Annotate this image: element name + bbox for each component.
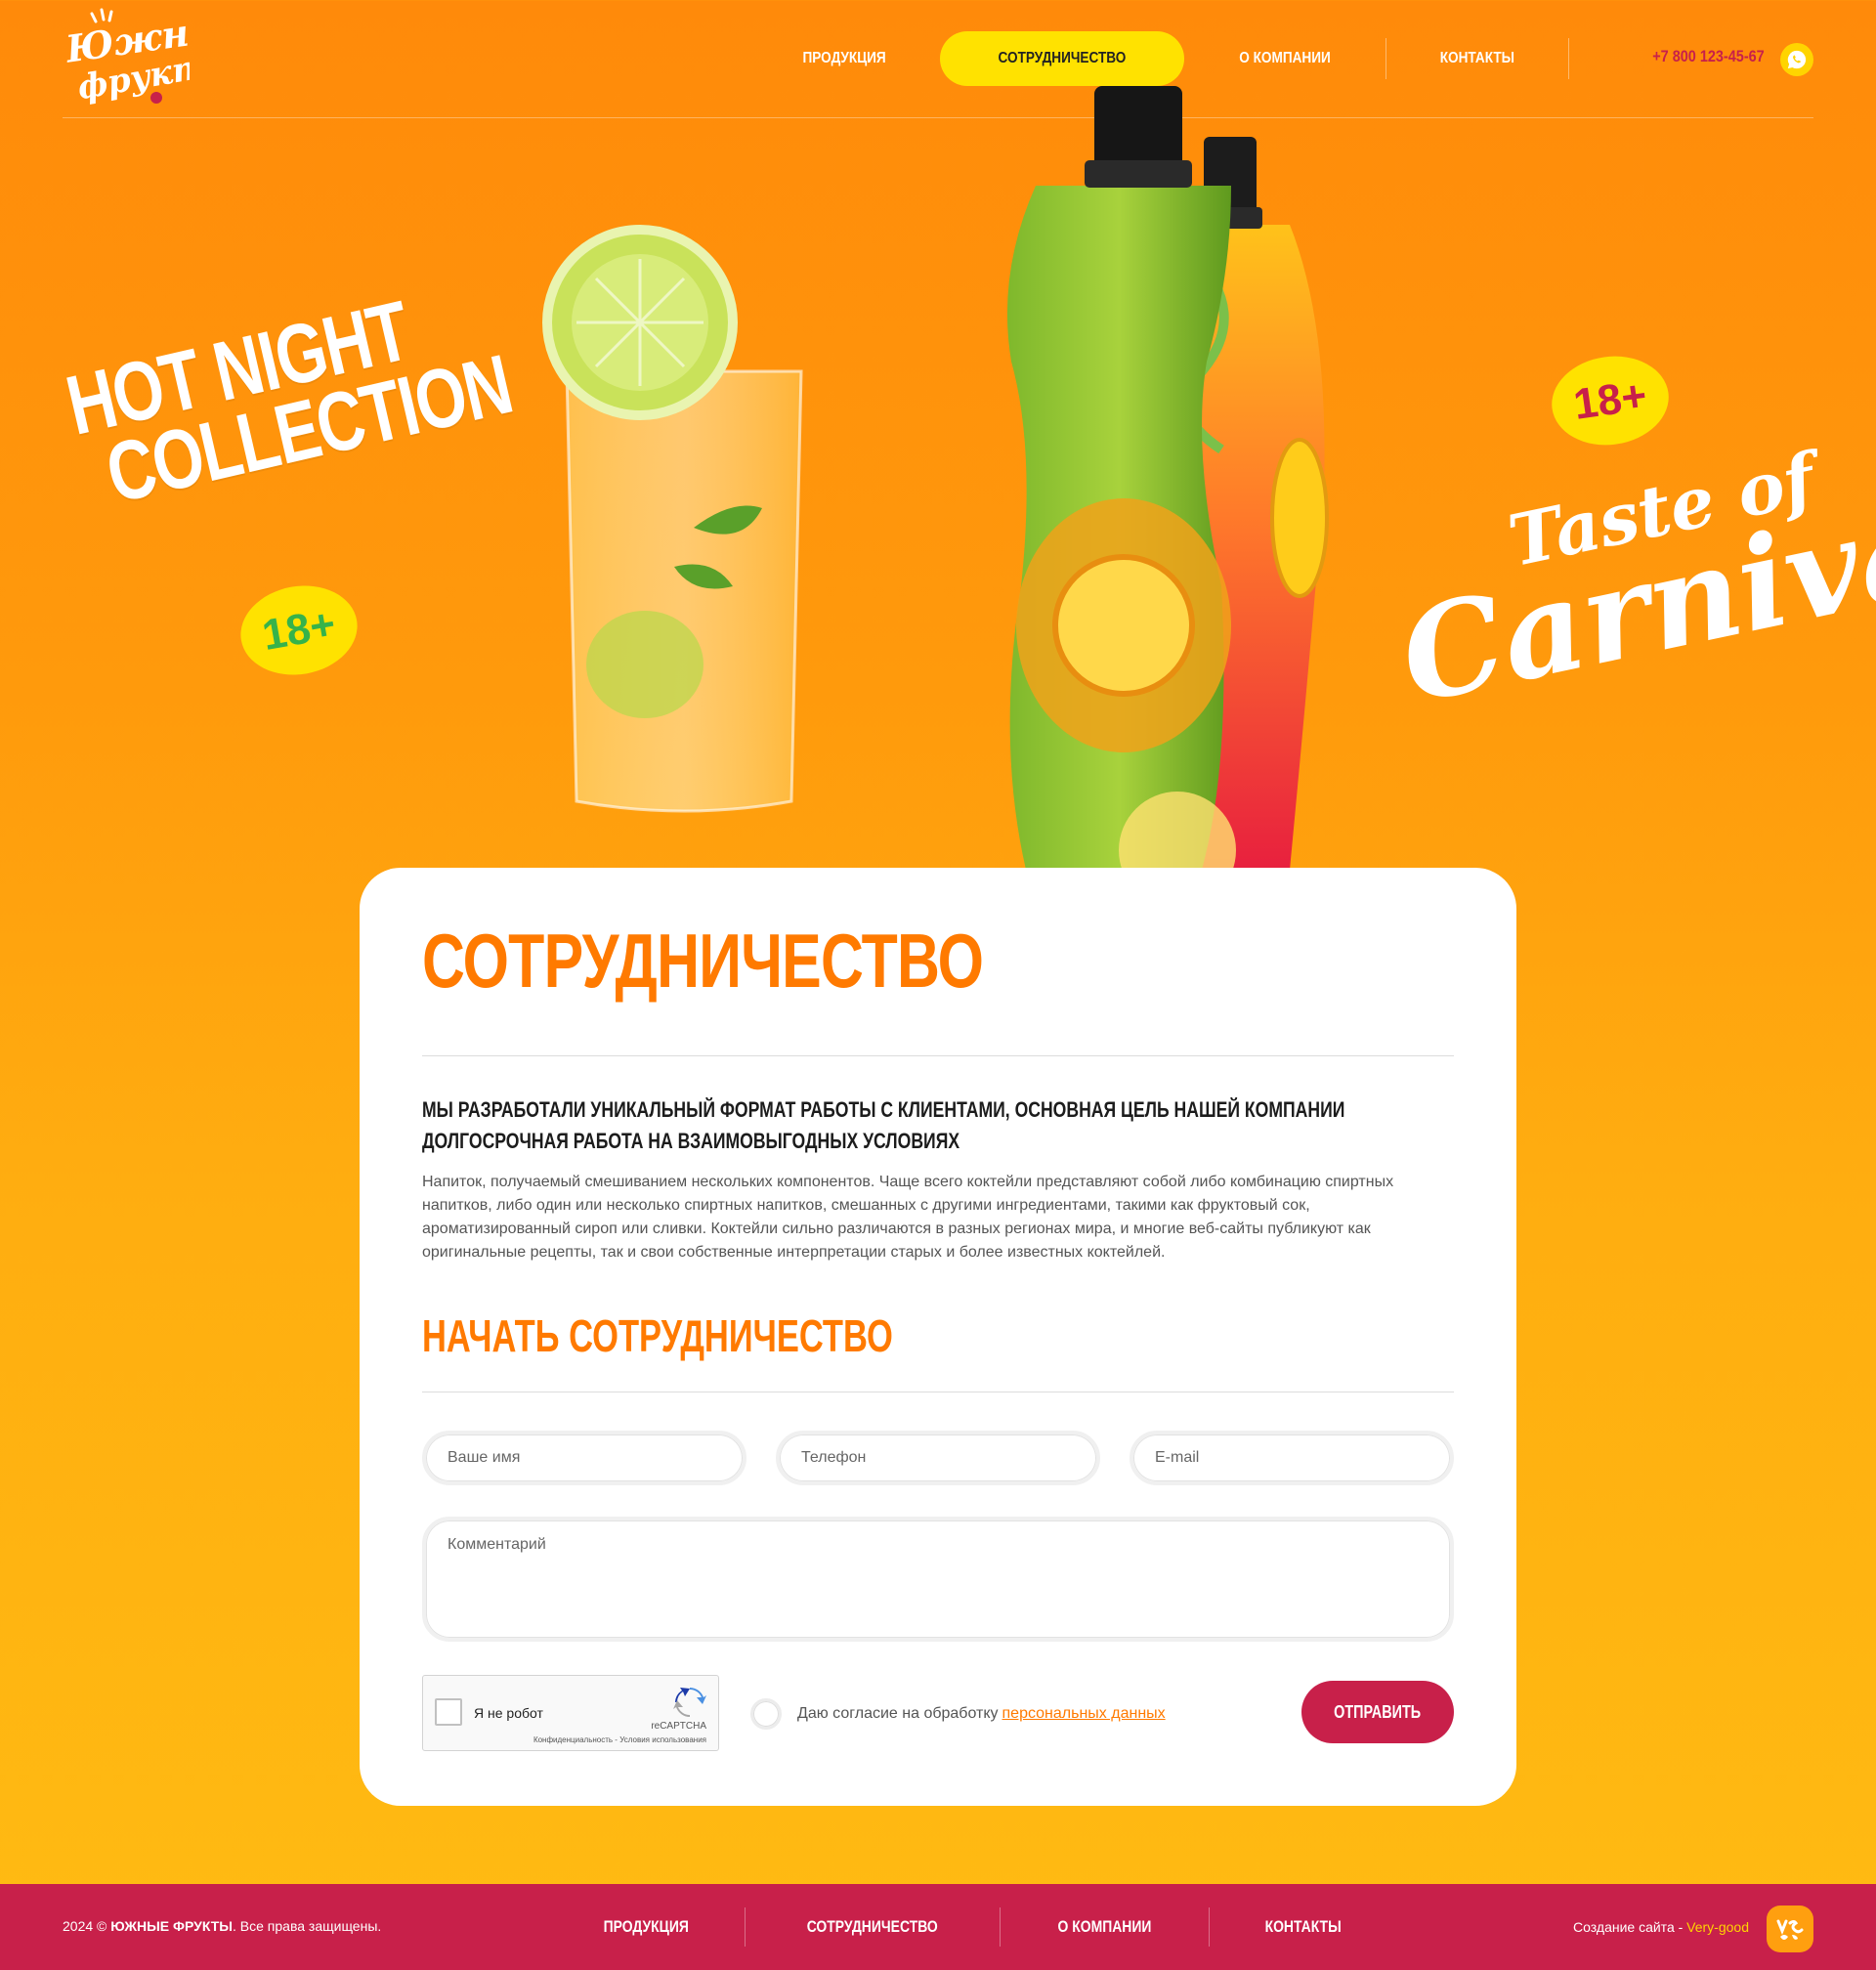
made-by-link[interactable]: Very-good: [1686, 1919, 1749, 1935]
consent-text: Даю согласие на обработку: [797, 1705, 999, 1722]
body-text: Напиток, получаемый смешиванием нескольк…: [422, 1174, 1394, 1261]
hero-right-heading: Taste of Carnival: [1388, 437, 1876, 733]
recaptcha-icon: [673, 1688, 706, 1717]
copyright: 2024 © ЮЖНЫЕ ФРУКТЫ. Все права защищены.: [63, 1918, 381, 1934]
footer-nav-about[interactable]: О КОМПАНИИ: [1019, 1917, 1190, 1937]
recaptcha-brand: reCAPTCHA: [651, 1721, 706, 1732]
site-footer: 2024 © ЮЖНЫЕ ФРУКТЫ. Все права защищены.…: [0, 1884, 1876, 1970]
age-badge-right: 18+: [1546, 349, 1675, 452]
personal-data-link[interactable]: персональных данных: [1002, 1705, 1166, 1723]
lead-text: МЫ РАЗРАБОТАЛИ УНИКАЛЬНЫЙ ФОРМАТ РАБОТЫ …: [422, 1097, 1345, 1153]
header-phone-link[interactable]: +7 800 123-45-67: [1653, 47, 1765, 66]
footer-nav-divider: [1208, 1907, 1210, 1947]
footer-nav-cooperation[interactable]: СОТРУДНИЧЕСТВО: [769, 1917, 977, 1937]
nav-item-cooperation-label: СОТРУДНИЧЕСТВО: [998, 50, 1127, 66]
made-by-label: Создание сайта -: [1573, 1919, 1684, 1935]
email-input[interactable]: E-mail: [1130, 1431, 1454, 1485]
footer-nav-divider: [745, 1907, 746, 1947]
cooperation-card: СОТРУДНИЧЕСТВО МЫ РАЗРАБОТАЛИ УНИКАЛЬНЫЙ…: [360, 868, 1516, 1806]
consent-row: Даю согласие на обработку персональных д…: [750, 1698, 1166, 1730]
phone-input[interactable]: Телефон: [776, 1431, 1100, 1485]
whatsapp-glyph: [1787, 50, 1807, 69]
page-title: СОТРУДНИЧЕСТВО: [422, 918, 984, 1004]
name-input[interactable]: Ваше имя: [422, 1431, 746, 1485]
footer-nav-contacts[interactable]: КОНТАКТЫ: [1226, 1917, 1380, 1937]
copyright-year: 2024 ©: [63, 1918, 107, 1934]
age-badge-left: 18+: [234, 577, 364, 684]
very-good-logo-icon[interactable]: [1767, 1906, 1813, 1952]
footer-nav-divider: [999, 1907, 1001, 1947]
recaptcha-checkbox[interactable]: [435, 1698, 462, 1726]
consent-checkbox[interactable]: [750, 1698, 782, 1730]
whatsapp-icon[interactable]: [1780, 43, 1813, 76]
title-divider: [422, 1055, 1454, 1056]
footer-nav: ПРОДУКЦИЯ СОТРУДНИЧЕСТВО О КОМПАНИИ КОНТ…: [547, 1906, 1396, 1949]
mojito-pouch: [1006, 86, 1231, 870]
form-title: НАЧАТЬ СОТРУДНИЧЕСТВО: [422, 1310, 893, 1361]
nav-divider: [1568, 38, 1569, 79]
comment-textarea[interactable]: Комментарий: [422, 1517, 1454, 1642]
recaptcha-label: Я не робот: [474, 1705, 543, 1721]
logo-graphic: Южные фрукты: [63, 2, 252, 108]
submit-button[interactable]: ОТПРАВИТЬ: [1301, 1681, 1454, 1743]
made-by: Создание сайта - Very-good: [1573, 1919, 1749, 1935]
copyright-rights: . Все права защищены.: [233, 1918, 382, 1934]
mojito-glass: [542, 225, 803, 813]
footer-nav-products[interactable]: ПРОДУКЦИЯ: [565, 1917, 727, 1937]
recaptcha-terms[interactable]: Конфиденциальность - Условия использован…: [533, 1735, 706, 1744]
logo[interactable]: Южные фрукты: [63, 2, 252, 110]
product-illustration: [542, 86, 1329, 870]
recaptcha-widget: Я не робот reCAPTCHA Конфиденциальность …: [422, 1675, 719, 1751]
copyright-company: ЮЖНЫЕ ФРУКТЫ: [110, 1918, 233, 1934]
submit-button-label: ОТПРАВИТЬ: [1334, 1701, 1422, 1722]
very-good-logo-graphic: [1776, 1919, 1804, 1940]
